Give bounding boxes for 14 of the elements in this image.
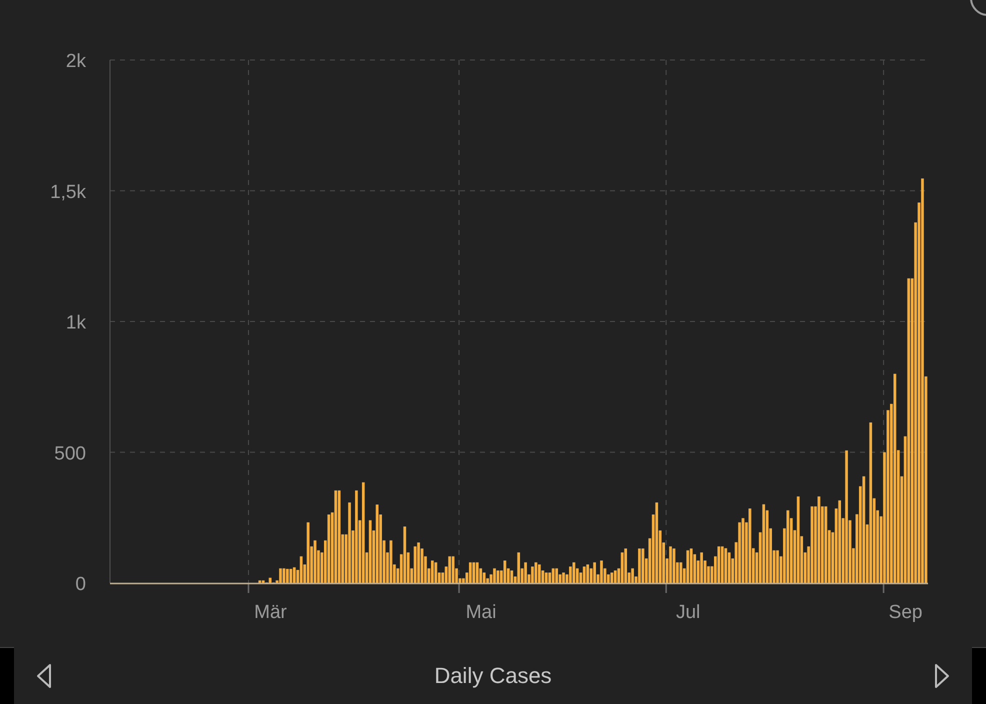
y-axis-label: 500 (54, 443, 86, 464)
y-axis-label: 1k (66, 312, 86, 334)
x-axis-label: Jul (676, 602, 700, 623)
x-axis-label: Sep (888, 602, 922, 623)
y-axis-label: 0 (75, 574, 86, 595)
y-axis-label: 1,5k (50, 182, 86, 203)
side-bar (0, 647, 14, 704)
right-triangle-icon[interactable] (934, 662, 950, 688)
left-triangle-icon[interactable] (36, 662, 52, 688)
side-bar (972, 647, 986, 704)
x-axis-label: Mär (254, 602, 287, 623)
footer-title: Daily Cases (434, 662, 552, 690)
x-axis-label: Mai (466, 602, 496, 623)
y-axis-label: 2k (66, 51, 86, 72)
